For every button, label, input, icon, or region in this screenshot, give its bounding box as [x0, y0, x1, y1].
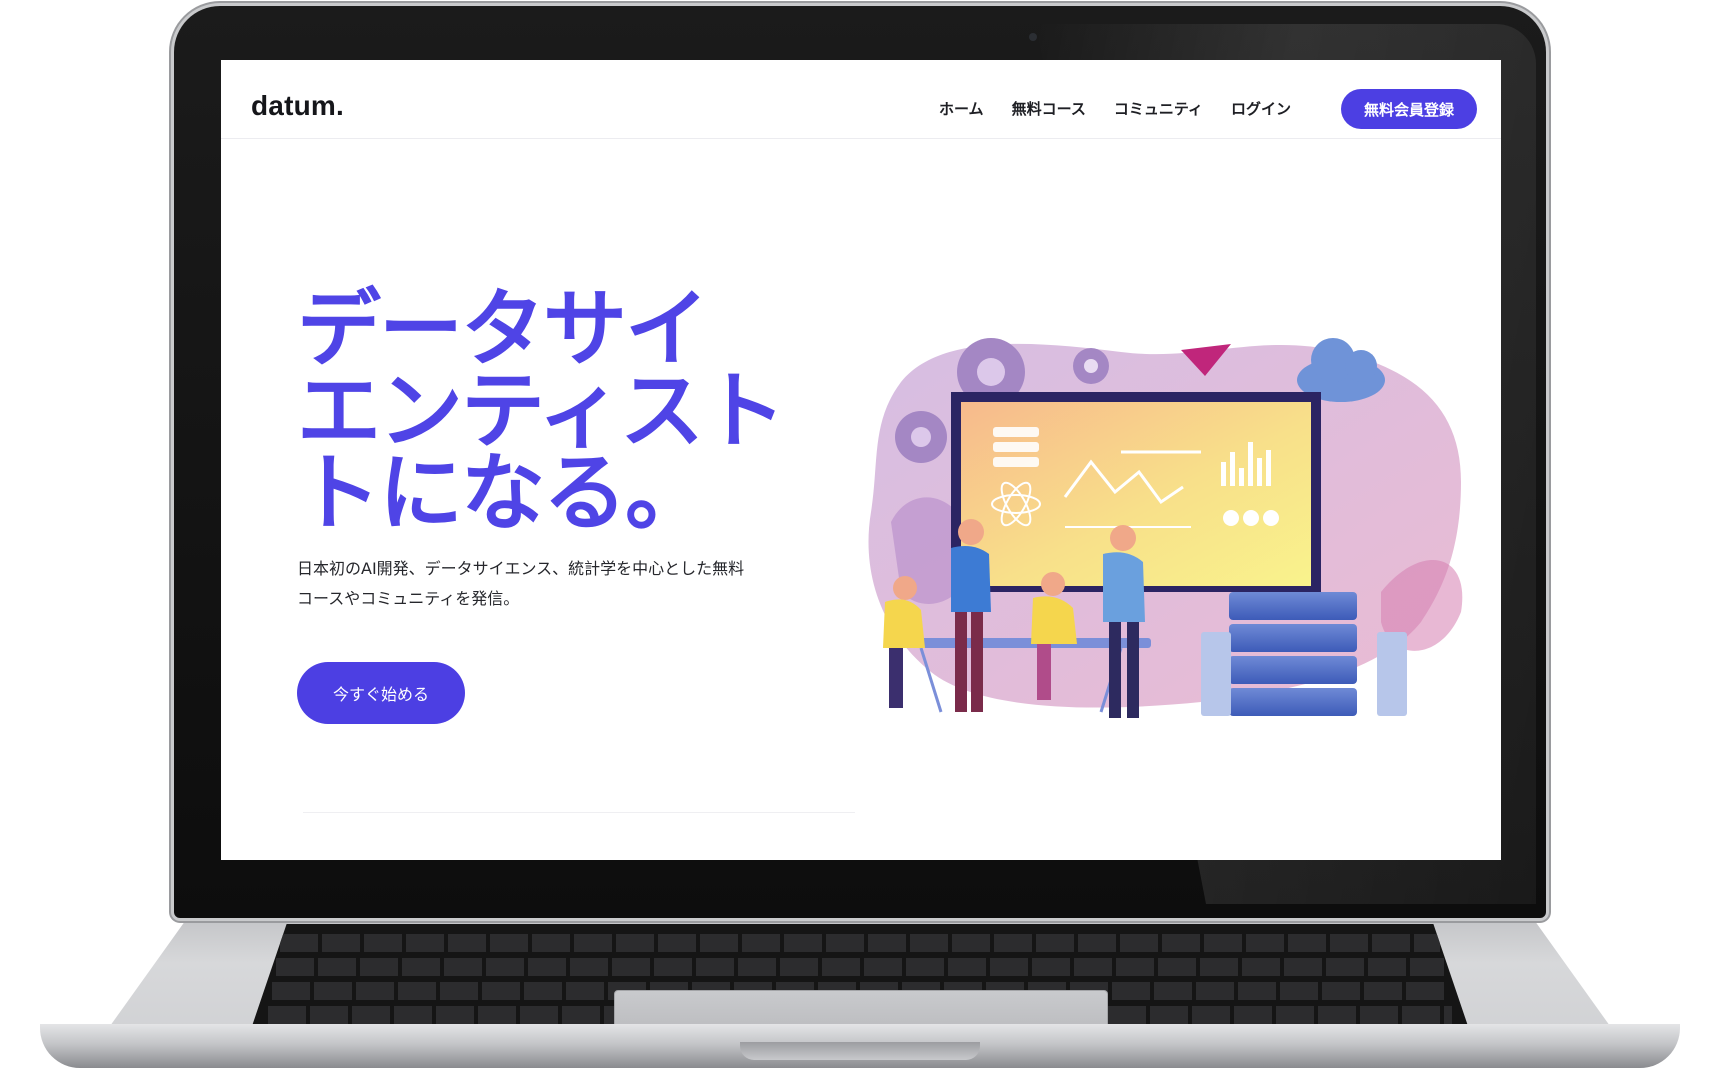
hero-title-line-2: エンティスト	[297, 362, 786, 460]
main-nav: ホーム 無料コース コミュニティ ログイン	[939, 98, 1319, 119]
laptop-screen: datum. ホーム 無料コース コミュニティ ログイン 無料会員登録 データサ…	[221, 60, 1501, 860]
hero-title: データサイ エンティスト トになる。	[297, 280, 817, 542]
nav-item-login[interactable]: ログイン	[1231, 98, 1291, 119]
nav-item-community[interactable]: コミュニティ	[1114, 98, 1203, 119]
hero-illustration	[868, 338, 1463, 718]
hero-title-line-1: データサイ	[297, 280, 709, 378]
section-divider	[303, 812, 855, 813]
site-header: datum. ホーム 無料コース コミュニティ ログイン 無料会員登録	[221, 60, 1501, 139]
hero-description: 日本初のAI開発、データサイエンス、統計学を中心とした無料コースやコミュニティを…	[297, 559, 745, 608]
board-menu-icon	[993, 427, 1039, 467]
get-started-button[interactable]: 今すぐ始める	[297, 662, 465, 724]
board-toggle-icons	[1223, 510, 1279, 526]
nav-item-home[interactable]: ホーム	[939, 98, 984, 119]
site-logo[interactable]: datum.	[251, 90, 344, 122]
laptop-opening-notch	[740, 1042, 980, 1060]
hero-title-line-3: トになる。	[297, 444, 709, 542]
nav-item-free-courses[interactable]: 無料コース	[1012, 98, 1086, 119]
camera-icon	[1029, 33, 1037, 41]
signup-button[interactable]: 無料会員登録	[1341, 89, 1477, 129]
